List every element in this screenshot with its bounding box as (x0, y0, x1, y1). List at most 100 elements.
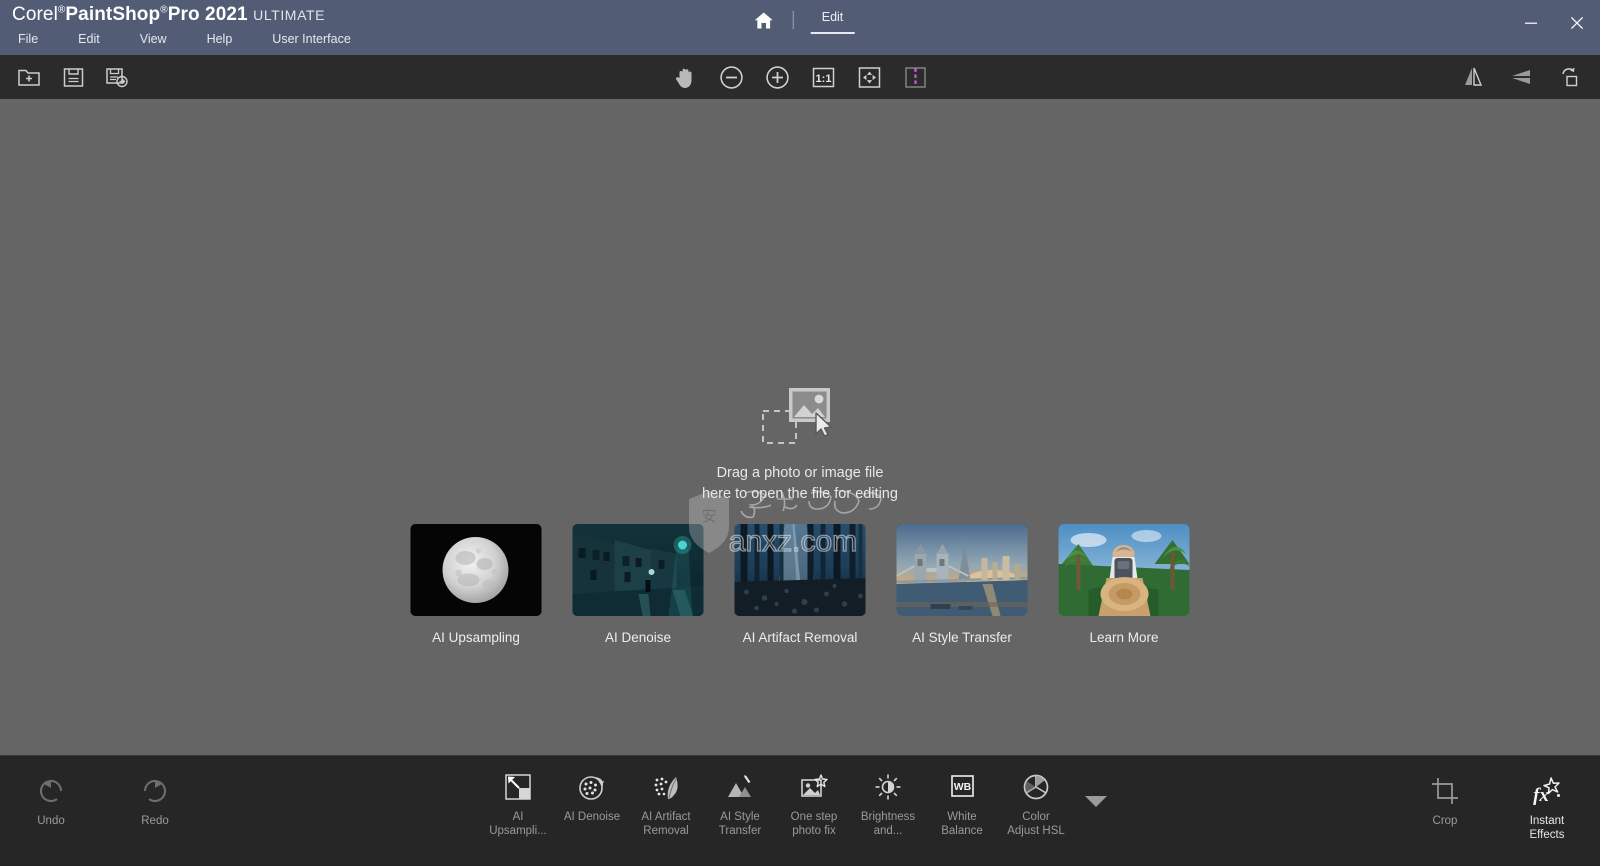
tool-white-balance[interactable]: WB White Balance (925, 766, 999, 838)
save-button[interactable] (58, 62, 88, 92)
tool-label: White Balance (941, 811, 983, 837)
ai-artifact-removal-icon (652, 770, 680, 804)
fit-to-window-button[interactable] (854, 62, 884, 92)
save-as-floppy-arrow-icon (105, 67, 128, 87)
tab-edit[interactable]: Edit (808, 6, 858, 34)
one-to-one-icon: 1:1 (812, 67, 834, 87)
instant-effects-label: Instant Effects (1529, 815, 1565, 841)
crop-icon (1431, 774, 1459, 808)
menu-bar: File Edit View Help User Interface (18, 32, 391, 46)
redo-arrow-icon (140, 774, 170, 808)
tool-ai-denoise[interactable]: AI Denoise (555, 766, 629, 824)
brightness-sun-icon (874, 770, 902, 804)
feature-ai-upsampling[interactable]: AI Upsampling (410, 524, 542, 645)
flip-vertical-icon (1512, 70, 1530, 84)
feature-ai-style-transfer[interactable]: AI Style Transfer (896, 524, 1028, 645)
split-view-button[interactable] (900, 62, 930, 92)
feature-ai-artifact-removal[interactable]: AI Artifact Removal (734, 524, 866, 645)
rotate-icon (1561, 67, 1577, 87)
flip-vertical-button[interactable] (1506, 62, 1536, 92)
zoom-out-button[interactable] (716, 62, 746, 92)
menu-edit[interactable]: Edit (78, 32, 100, 46)
tool-ai-upsampling[interactable]: AI Upsampli... (481, 766, 555, 838)
menu-view[interactable]: View (140, 32, 167, 46)
tool-ai-artifact-removal[interactable]: AI Artifact Removal (629, 766, 703, 838)
redo-button[interactable]: Redo (118, 770, 192, 828)
color-adjust-hsl-icon (1022, 770, 1050, 804)
plus-circle-icon (765, 65, 789, 89)
forest-photo (734, 524, 866, 616)
pan-tool-button[interactable] (670, 62, 700, 92)
right-tools-group: Crop fx Instant Effects (1408, 770, 1584, 842)
close-icon (1570, 16, 1584, 30)
tower-bridge-photo (896, 524, 1028, 616)
tab-edit-label: Edit (821, 10, 844, 24)
feature-label: AI Denoise (604, 630, 672, 645)
moon-photo (410, 524, 542, 616)
tool-color-adjust-hsl[interactable]: Color Adjust HSL (999, 766, 1073, 838)
tool-ai-style-transfer[interactable]: AI Style Transfer (703, 766, 777, 838)
hiker-jungle-photo (1058, 524, 1190, 616)
tool-label: AI Denoise (563, 811, 621, 823)
feature-learn-more[interactable]: Learn More (1058, 524, 1190, 645)
undo-label: Undo (37, 815, 65, 827)
ai-upsampling-icon (504, 770, 532, 804)
bottom-toolbar: Undo Redo AI Upsampli... AI Denoise AI A… (0, 755, 1600, 866)
rotate-button[interactable] (1554, 62, 1584, 92)
menu-user-interface[interactable]: User Interface (272, 32, 351, 46)
history-group: Undo Redo (14, 770, 192, 828)
brand-corel: Corel (12, 4, 58, 25)
feature-label: AI Style Transfer (912, 630, 1012, 645)
home-button[interactable] (743, 3, 785, 37)
brand-edition: ULTIMATE (253, 7, 326, 23)
one-step-photo-fix-icon (800, 770, 828, 804)
drop-zone[interactable]: Drag a photo or image file here to open … (450, 385, 1150, 505)
brand-paintshop: PaintShop (65, 4, 161, 25)
undo-button[interactable]: Undo (14, 770, 88, 828)
white-balance-icon-text: WB (954, 781, 972, 793)
save-as-button[interactable] (102, 62, 132, 92)
tool-label: AI Upsampli... (489, 811, 547, 837)
zoom-in-button[interactable] (762, 62, 792, 92)
minimize-button[interactable] (1508, 0, 1554, 46)
feature-thumbnails: AI Upsampling AI Denoise AI Artifact Rem… (410, 524, 1190, 645)
flip-horizontal-button[interactable] (1458, 62, 1488, 92)
menu-file[interactable]: File (18, 32, 38, 46)
adjustment-tools-group: AI Upsampli... AI Denoise AI Artifact Re… (481, 766, 1119, 838)
close-button[interactable] (1554, 0, 1600, 46)
expand-more-button[interactable] (1073, 766, 1119, 836)
drop-zone-text: Drag a photo or image file here to open … (702, 463, 898, 505)
feature-label: AI Upsampling (432, 630, 520, 645)
actual-size-button[interactable]: 1:1 (808, 62, 838, 92)
feature-label: AI Artifact Removal (742, 630, 858, 645)
tool-label: AI Artifact Removal (641, 811, 691, 837)
drag-image-placeholder-icon (759, 385, 841, 447)
tool-one-step-photo-fix[interactable]: One step photo fix (777, 766, 851, 838)
new-image-button[interactable] (14, 62, 44, 92)
brand-reg-2: ® (160, 4, 168, 16)
tool-brightness[interactable]: Brightness and... (851, 766, 925, 838)
tool-crop[interactable]: Crop (1408, 770, 1482, 842)
undo-arrow-icon (36, 774, 66, 808)
mirror-horizontal-icon (1465, 67, 1483, 86)
feature-ai-denoise[interactable]: AI Denoise (572, 524, 704, 645)
save-floppy-icon (63, 67, 83, 87)
brand-pro-year: Pro 2021 (167, 4, 248, 25)
split-view-icon (904, 66, 926, 88)
ai-denoise-icon (578, 770, 606, 804)
tool-label: One step photo fix (790, 811, 838, 837)
night-street-photo (572, 524, 704, 616)
new-folder-plus-icon (18, 69, 40, 86)
tab-divider (792, 11, 794, 29)
menu-help[interactable]: Help (207, 32, 233, 46)
watermark-cn-glyph: 安 (701, 508, 716, 525)
fit-window-icon (858, 66, 880, 88)
svg-text:fx: fx (1533, 785, 1549, 805)
drop-text-line2: here to open the file for editing (702, 486, 898, 502)
toolbar-center-group: 1:1 (670, 62, 930, 92)
window-controls (1508, 0, 1600, 46)
tool-instant-effects[interactable]: fx Instant Effects (1510, 770, 1584, 842)
tool-label: AI Style Transfer (718, 811, 762, 837)
home-icon (754, 12, 773, 28)
app-brand-title: Corel®PaintShop®Pro 2021 ULTIMATE (12, 4, 325, 26)
